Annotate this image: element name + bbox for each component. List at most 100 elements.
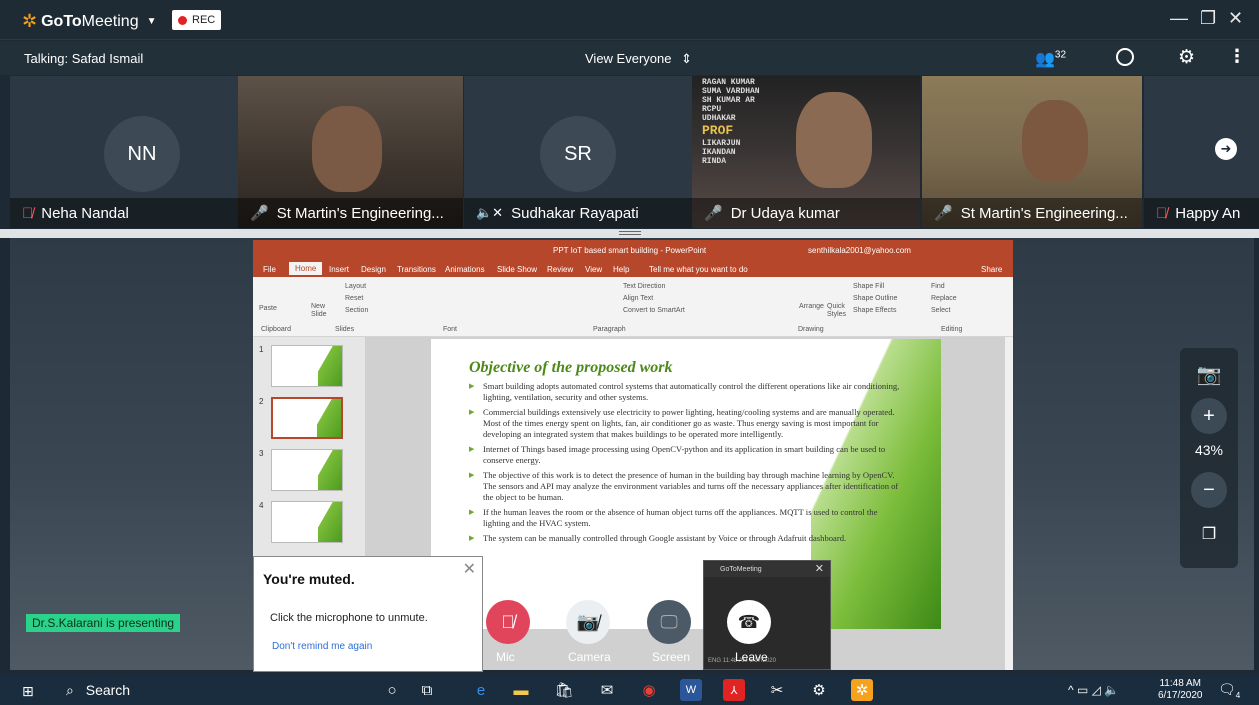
attendees-button[interactable]: 👥32 bbox=[1035, 49, 1066, 69]
slide-bullet: The objective of this work is to detect … bbox=[469, 470, 901, 503]
board-text: RAGAN KUMAR SUMA VARDHAN SH KUMAR AR RCPU UD… bbox=[702, 78, 760, 166]
app-menu-button[interactable]: ✲ GoTo Meeting ▼ bbox=[22, 11, 157, 32]
cortana-icon[interactable]: ○ bbox=[381, 679, 403, 701]
zoom-out-button[interactable]: − bbox=[1191, 472, 1227, 508]
mail-icon[interactable]: ✉ bbox=[596, 679, 618, 701]
camera-snapshot-icon[interactable]: 📷 bbox=[1191, 356, 1227, 392]
participant-face bbox=[312, 106, 382, 192]
leave-label: Leave bbox=[735, 650, 768, 664]
zoom-in-button[interactable]: + bbox=[1191, 398, 1227, 434]
chevron-down-icon: ▼ bbox=[146, 16, 157, 27]
mic-button[interactable]: 🎙̸ bbox=[486, 600, 530, 644]
participant-tile[interactable]: RAGAN KUMAR SUMA VARDHAN SH KUMAR AR RCPU UD… bbox=[692, 76, 920, 228]
participant-tile[interactable]: SR 🔈✕ Sudhakar Rayapati bbox=[464, 76, 692, 228]
ppt-titlebar: PPT IoT based smart building - PowerPoin… bbox=[253, 240, 1013, 261]
screen-share-icon: 🖵 bbox=[660, 611, 678, 632]
resize-handle[interactable] bbox=[0, 229, 1259, 238]
mic-muted-icon: 🎙̸ bbox=[1156, 204, 1168, 222]
avatar: NN bbox=[104, 116, 180, 192]
camera-label: Camera bbox=[568, 650, 611, 664]
gotomeeting-logo-icon: ✲ bbox=[22, 11, 38, 31]
search-label: Search bbox=[85, 682, 131, 698]
mic-on-icon: 🎤 bbox=[704, 205, 723, 222]
dont-remind-link[interactable]: Don't remind me again bbox=[272, 641, 372, 652]
clock-date: 6/17/2020 bbox=[1158, 690, 1203, 701]
muted-message: Click the microphone to unmute. bbox=[270, 612, 428, 624]
app-name-prefix: GoTo bbox=[41, 12, 82, 30]
muted-title: You're muted. bbox=[263, 571, 355, 587]
participant-tile[interactable]: 🎤 St Martin's Engineering... bbox=[238, 76, 463, 228]
file-explorer-icon[interactable]: ▬ bbox=[510, 679, 532, 701]
participant-namebar: 🎤 St Martin's Engineering... bbox=[922, 198, 1142, 228]
info-bar: Talking: Safad Ismail View Everyone ⇕ 👥3… bbox=[0, 41, 1259, 75]
participant-namebar: 🔈✕ Sudhakar Rayapati bbox=[464, 198, 692, 228]
slide-thumbnail-selected bbox=[271, 397, 343, 439]
snip-icon[interactable]: ✂ bbox=[766, 679, 788, 701]
chat-icon[interactable] bbox=[1116, 48, 1134, 66]
participant-namebar: 🎤 Dr Udaya kumar bbox=[692, 198, 920, 228]
ppt-menu-slideshow: Slide Show bbox=[497, 265, 538, 274]
pdf-icon[interactable]: ⅄ bbox=[723, 679, 745, 701]
leave-button[interactable]: ☎ bbox=[727, 600, 771, 644]
edge-icon[interactable]: e bbox=[470, 679, 492, 701]
ppt-menu-view: View bbox=[585, 265, 603, 274]
restore-icon[interactable]: ❐ bbox=[1200, 8, 1216, 29]
participant-name: Happy An bbox=[1175, 204, 1241, 222]
participant-tile[interactable]: 🎤 St Martin's Engineering... bbox=[922, 76, 1142, 228]
recording-button[interactable]: REC bbox=[172, 10, 222, 30]
notification-count: 4 bbox=[1235, 690, 1241, 700]
close-icon: ✕ bbox=[814, 563, 824, 575]
more-vertical-icon[interactable]: ⋮ bbox=[1228, 46, 1246, 67]
word-icon[interactable]: W bbox=[680, 679, 702, 701]
mic-muted-icon: 🎙̸ bbox=[22, 204, 34, 222]
slide-bullet: Commercial buildings extensively use ele… bbox=[469, 407, 901, 440]
mic-on-icon: 🎤 bbox=[934, 205, 953, 222]
slide-bullet: Smart building adopts automated control … bbox=[469, 381, 901, 403]
zoom-controls: 📷 + 43% − ❐ bbox=[1180, 348, 1238, 568]
attendee-count: 32 bbox=[1054, 49, 1067, 61]
ppt-menu-file: File bbox=[263, 265, 276, 274]
participant-face bbox=[796, 92, 872, 188]
taskbar-search[interactable]: ⌕ Search bbox=[66, 682, 130, 699]
slide-thumbnail bbox=[271, 345, 343, 387]
screen-button[interactable]: 🖵 bbox=[647, 600, 691, 644]
settings-icon[interactable]: ⚙ bbox=[808, 679, 830, 701]
next-participants-icon[interactable]: ➜ bbox=[1215, 138, 1237, 160]
store-icon[interactable]: 🛍 bbox=[553, 679, 575, 701]
presenting-label: Dr.S.Kalarani is presenting bbox=[26, 614, 181, 632]
view-mode-selector[interactable]: View Everyone ⇕ bbox=[585, 51, 692, 67]
notification-icon[interactable]: 🗨4 bbox=[1218, 681, 1240, 700]
participant-name: Sudhakar Rayapati bbox=[511, 204, 639, 222]
participant-tile[interactable]: NN 🎙̸ Neha Nandal bbox=[10, 76, 238, 228]
slide-heading: Objective of the proposed work bbox=[469, 359, 673, 376]
record-dot-icon bbox=[178, 15, 187, 25]
minimize-icon[interactable]: — bbox=[1170, 8, 1188, 29]
taskbar-clock[interactable]: 11:48 AM 6/17/2020 bbox=[1158, 678, 1203, 702]
task-view-icon[interactable]: ⧉ bbox=[416, 679, 438, 701]
system-tray-icons[interactable]: ^ ▭ ◿ 🔈 bbox=[1068, 683, 1119, 697]
windows-taskbar: ⊞ ⌕ Search ○ ⧉ e ▬ 🛍 ✉ ◉ W ⅄ ✂ ⚙ ✲ ^ ▭ ◿… bbox=[0, 675, 1259, 705]
close-icon[interactable]: ✕ bbox=[1228, 8, 1243, 29]
gear-icon[interactable]: ⚙ bbox=[1178, 46, 1195, 69]
screen-label: Screen bbox=[652, 650, 691, 664]
camera-button[interactable]: 📷̸ bbox=[566, 600, 610, 644]
ppt-menu-bar: File Home Insert Design Transitions Anim… bbox=[253, 261, 1013, 277]
camera-off-icon: 📷̸ bbox=[576, 611, 600, 632]
updown-chevron-icon: ⇕ bbox=[681, 51, 693, 66]
participant-name: St Martin's Engineering... bbox=[960, 204, 1128, 222]
app-name-suffix: Meeting bbox=[81, 12, 139, 30]
slide-bullets: Smart building adopts automated control … bbox=[469, 381, 901, 548]
participant-name: Dr Udaya kumar bbox=[730, 204, 840, 222]
close-icon[interactable]: ✕ bbox=[463, 559, 476, 579]
windows-start-icon[interactable]: ⊞ bbox=[22, 683, 34, 700]
participant-tile[interactable]: ➜ 🎙̸ Happy An bbox=[1144, 76, 1259, 228]
rec-label: REC bbox=[192, 14, 216, 26]
ppt-ribbon: Paste New Slide Layout Reset Section Tex… bbox=[253, 277, 1013, 337]
participant-name: Neha Nandal bbox=[41, 204, 129, 222]
search-icon: ⌕ bbox=[66, 682, 74, 698]
view-mode-label: View Everyone bbox=[585, 51, 672, 66]
chrome-icon[interactable]: ◉ bbox=[638, 679, 660, 701]
muted-popup: ✕ You're muted. Click the microphone to … bbox=[253, 556, 483, 672]
gotomeeting-taskbar-icon[interactable]: ✲ bbox=[851, 679, 873, 701]
fit-screen-icon[interactable]: ❐ bbox=[1191, 516, 1227, 552]
